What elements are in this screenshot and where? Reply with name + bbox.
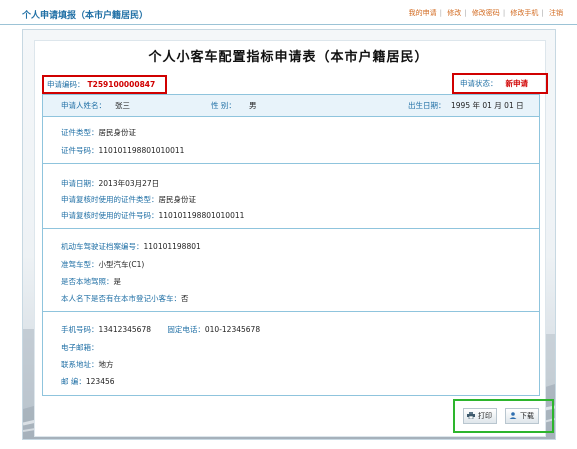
owned-car-value: 否 — [181, 294, 189, 303]
name-value: 张三 — [115, 101, 130, 110]
print-button[interactable]: 打印 — [463, 408, 497, 424]
birth-value: 1995 年 01 月 01 日 — [451, 101, 524, 110]
nav-change-password[interactable]: 修改密码 — [472, 9, 500, 17]
contact-section: 手机号码：13412345678 固定电话：010-12345678 电子邮箱：… — [43, 312, 539, 394]
download-icon — [509, 412, 517, 419]
download-button[interactable]: 下载 — [505, 408, 539, 424]
phone-value: 010-12345678 — [204, 325, 261, 334]
gender-label: 性 别： — [211, 101, 236, 110]
id-number-value: 110101198801010011 — [98, 146, 185, 155]
nav-edit[interactable]: 修改 — [447, 9, 461, 17]
name-label: 申请人姓名： — [61, 101, 106, 110]
nav-my-applications[interactable]: 我的申请 — [409, 9, 437, 17]
printer-icon — [467, 412, 475, 419]
local-license-label: 是否本地驾照： — [61, 277, 114, 286]
gender-value: 男 — [249, 101, 257, 110]
form-title: 个人小客车配置指标申请表（本市户籍居民） — [148, 50, 429, 65]
address-value: 地方 — [98, 360, 114, 369]
apply-date-value: 2013年03月27日 — [98, 179, 160, 188]
nav-change-mobile[interactable]: 修改手机 — [510, 9, 538, 17]
email-label: 电子邮箱： — [61, 343, 99, 352]
address-label: 联系地址： — [61, 360, 99, 369]
review-doc-type-value: 居民身份证 — [158, 195, 197, 204]
id-section: 证件类型：居民身份证 证件号码：110101198801010011 — [43, 117, 539, 164]
application-status-box: 申请状态： 新申请 — [452, 73, 548, 94]
application-status-label: 申请状态： — [460, 79, 498, 88]
application-number-label: 申请编码： — [47, 80, 85, 89]
application-table: 申请人姓名： 张三 性 别： 男 出生日期： 1995 年 01 月 01 日 … — [42, 94, 540, 396]
review-doc-number-label: 申请复核时使用的证件号码： — [61, 211, 159, 220]
license-file-value: 110101198801 — [143, 242, 201, 251]
application-status-value: 新申请 — [505, 79, 529, 88]
applicant-row: 申请人姓名： 张三 性 别： 男 出生日期： 1995 年 01 月 01 日 — [43, 95, 539, 117]
nav-logout[interactable]: 注销 — [549, 9, 563, 17]
license-section: 机动车驾驶证档案编号：110101198801 准驾车型：小型汽车(C1) 是否… — [43, 229, 539, 312]
id-type-label: 证件类型： — [61, 128, 99, 137]
birth-label: 出生日期： — [408, 101, 446, 110]
page-title: 个人申请填报（本市户籍居民） — [22, 11, 149, 21]
apply-section: 申请日期：2013年03月27日 申请复核时使用的证件类型：居民身份证 申请复核… — [43, 164, 539, 229]
top-nav: 我的申请 | 修改 | 修改密码 | 修改手机 | 注销 — [408, 9, 563, 17]
mobile-label: 手机号码： — [61, 325, 99, 334]
top-bar: 个人申请填报（本市户籍居民） 我的申请 | 修改 | 修改密码 | 修改手机 | 注销 — [0, 0, 577, 25]
owned-car-label: 本人名下是否有在本市登记小客车： — [61, 294, 181, 303]
id-number-label: 证件号码： — [61, 146, 99, 155]
application-number-box: 申请编码： T259100000847 — [42, 75, 167, 94]
apply-date-label: 申请日期： — [61, 179, 99, 188]
application-number-value: T259100000847 — [87, 80, 156, 89]
print-button-label: 打印 — [478, 412, 492, 420]
download-button-label: 下载 — [520, 412, 534, 420]
action-button-area: 打印 下载 — [453, 399, 554, 433]
local-license-value: 是 — [113, 277, 122, 286]
vehicle-class-value: 小型汽车(C1) — [98, 260, 145, 269]
postcode-value: 123456 — [85, 377, 115, 386]
license-file-label: 机动车驾驶证档案编号： — [61, 242, 144, 251]
vehicle-class-label: 准驾车型： — [61, 260, 99, 269]
phone-label: 固定电话： — [167, 325, 205, 334]
review-doc-number-value: 110101198801010011 — [158, 211, 245, 220]
id-type-value: 居民身份证 — [98, 128, 137, 137]
mobile-value: 13412345678 — [98, 325, 152, 334]
postcode-label: 邮 编： — [61, 377, 86, 386]
review-doc-type-label: 申请复核时使用的证件类型： — [61, 195, 159, 204]
